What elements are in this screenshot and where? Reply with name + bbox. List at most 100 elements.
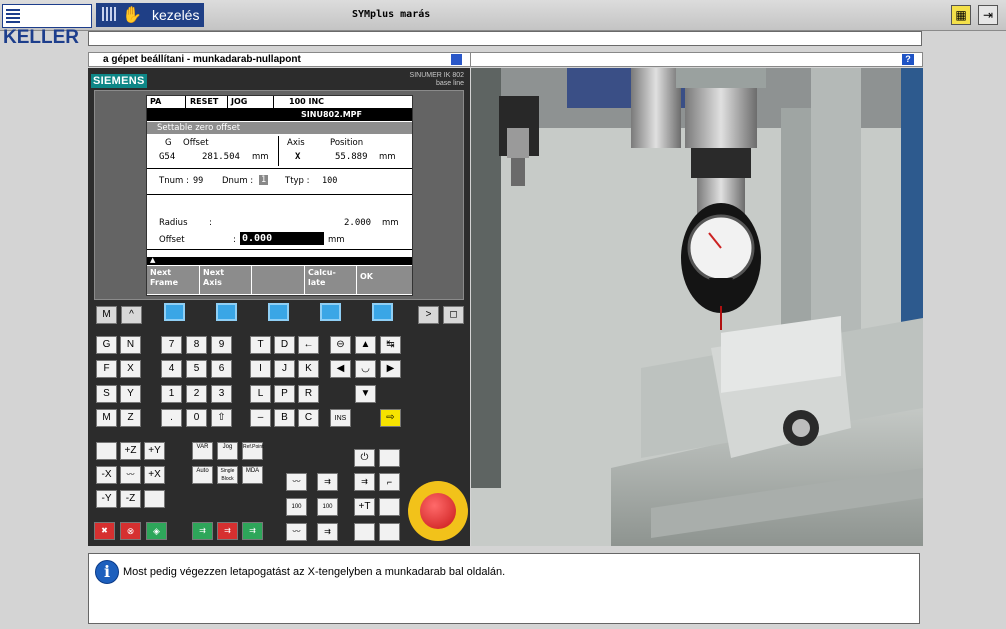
offset-input-field[interactable]: 0.000 <box>240 232 324 245</box>
key-l[interactable]: L <box>250 385 271 403</box>
key-r[interactable]: R <box>298 385 319 403</box>
key-j[interactable]: J <box>274 360 295 378</box>
feed-plus-key[interactable]: 〰 <box>286 473 307 491</box>
auto-key[interactable]: Auto <box>192 466 213 484</box>
list-icon[interactable] <box>451 54 462 65</box>
blank-key-r4[interactable] <box>379 523 400 541</box>
feed-minus-key[interactable]: 〰 <box>286 523 307 541</box>
tool-button[interactable]: ▦ <box>951 5 971 25</box>
softkey-button-1[interactable] <box>164 303 185 321</box>
softkey-next-axis[interactable]: Next Axis <box>200 266 252 294</box>
model-label: SINUMER IK 802 base line <box>410 72 464 88</box>
key-8[interactable]: 8 <box>186 336 207 354</box>
key-z[interactable]: Z <box>120 409 141 427</box>
plus-t-key[interactable]: +T <box>354 498 375 516</box>
softkey-button-4[interactable] <box>320 303 341 321</box>
key-1[interactable]: 1 <box>161 385 182 403</box>
softkey-empty[interactable] <box>252 266 305 294</box>
key-t[interactable]: T <box>250 336 271 354</box>
spindle-cw-key[interactable]: ⇉ <box>354 473 375 491</box>
key-c[interactable]: C <box>298 409 319 427</box>
next-key[interactable]: > <box>418 306 439 324</box>
jog-plus-z-key[interactable]: +Z <box>120 442 141 460</box>
key-3[interactable]: 3 <box>211 385 232 403</box>
key-9[interactable]: 9 <box>211 336 232 354</box>
softkey-button-5[interactable] <box>372 303 393 321</box>
shift-key[interactable]: ⇧ <box>211 409 232 427</box>
etc-key[interactable]: ◻ <box>443 306 464 324</box>
jog-minus-z-key[interactable]: -Z <box>120 490 141 508</box>
tab-key[interactable]: ↹ <box>380 336 401 354</box>
reset-key[interactable]: ✖ <box>94 522 115 540</box>
key-0[interactable]: 0 <box>186 409 207 427</box>
jog-minus-x-key[interactable]: -X <box>96 466 117 484</box>
menu-key[interactable]: M <box>96 306 117 324</box>
key-i[interactable]: I <box>250 360 271 378</box>
key-b[interactable]: B <box>274 409 295 427</box>
spindle-minus-key[interactable]: ⇉ <box>317 523 338 541</box>
jog-blank-key[interactable] <box>96 442 117 460</box>
backspace-key[interactable]: ← <box>298 336 319 354</box>
spindle-left-key[interactable]: ⇉ <box>192 522 213 540</box>
key-d[interactable]: D <box>274 336 295 354</box>
softkey-button-3[interactable] <box>268 303 289 321</box>
key-s[interactable]: S <box>96 385 117 403</box>
key-n[interactable]: N <box>120 336 141 354</box>
dnum-value[interactable]: 1 <box>259 175 269 185</box>
ref-point-key[interactable]: Ref.Point <box>242 442 264 460</box>
cycle-stop-key[interactable]: ⊗ <box>120 522 141 540</box>
jog-plus-y-key[interactable]: +Y <box>144 442 165 460</box>
jog-mode-key[interactable]: Jog <box>217 442 238 460</box>
key-5[interactable]: 5 <box>186 360 207 378</box>
up-key[interactable]: ^ <box>121 306 142 324</box>
input-key[interactable]: ⇨ <box>380 409 401 427</box>
softkey-next-frame[interactable]: Next Frame <box>147 266 200 294</box>
jog-minus-y-key[interactable]: -Y <box>96 490 117 508</box>
key-m[interactable]: M <box>96 409 117 427</box>
rapid-key[interactable]: 〰 <box>120 466 141 484</box>
key-k[interactable]: K <box>298 360 319 378</box>
cycle-start-key[interactable]: ◈ <box>146 522 167 540</box>
key-g[interactable]: G <box>96 336 117 354</box>
coolant-key[interactable]: ⌐ <box>379 473 400 491</box>
key-2[interactable]: 2 <box>186 385 207 403</box>
key-minus[interactable]: – <box>250 409 271 427</box>
feed-100-key[interactable]: 100 <box>286 498 307 516</box>
blank-key-r3[interactable] <box>354 523 375 541</box>
key-x[interactable]: X <box>120 360 141 378</box>
page-up-key[interactable]: ▲ <box>355 336 376 354</box>
key-y[interactable]: Y <box>120 385 141 403</box>
key-dot[interactable]: . <box>161 409 182 427</box>
jog-blank-key-2[interactable] <box>144 490 165 508</box>
dnum-label: Dnum : <box>222 176 254 186</box>
blank-key-r1[interactable] <box>379 449 400 467</box>
exit-button[interactable]: ⇥ <box>978 5 998 25</box>
jog-plus-x-key[interactable]: +X <box>144 466 165 484</box>
help-button[interactable]: ? <box>902 54 914 65</box>
var-key[interactable]: VAR <box>192 442 213 460</box>
power-key[interactable]: ⏻ <box>354 449 375 467</box>
page-down-key[interactable]: ▼ <box>355 385 376 403</box>
single-block-key[interactable]: Single Block <box>217 466 238 484</box>
emergency-stop-button[interactable] <box>408 481 468 541</box>
softkey-button-2[interactable] <box>216 303 237 321</box>
spindle-stop-key[interactable]: ⇉ <box>217 522 238 540</box>
key-4[interactable]: 4 <box>161 360 182 378</box>
softkey-ok[interactable]: OK <box>357 266 412 294</box>
spindle-100-key[interactable]: 100 <box>317 498 338 516</box>
left-arrow-key[interactable]: ◀ <box>330 360 351 378</box>
spindle-plus-key[interactable]: ⇉ <box>317 473 338 491</box>
softkey-calculate[interactable]: Calcu-late <box>305 266 357 294</box>
key-p[interactable]: P <box>274 385 295 403</box>
key-f[interactable]: F <box>96 360 117 378</box>
select-key[interactable]: ◡ <box>355 360 376 378</box>
insert-key[interactable]: INS <box>330 409 351 427</box>
mda-key[interactable]: MDA <box>242 466 263 484</box>
key-7[interactable]: 7 <box>161 336 182 354</box>
blank-key-r2[interactable] <box>379 498 400 516</box>
minus-circle-key[interactable]: ⊖ <box>330 336 351 354</box>
right-arrow-key[interactable]: ▶ <box>380 360 401 378</box>
key-6[interactable]: 6 <box>211 360 232 378</box>
info-strip <box>88 31 922 46</box>
spindle-right-key[interactable]: ⇉ <box>242 522 263 540</box>
